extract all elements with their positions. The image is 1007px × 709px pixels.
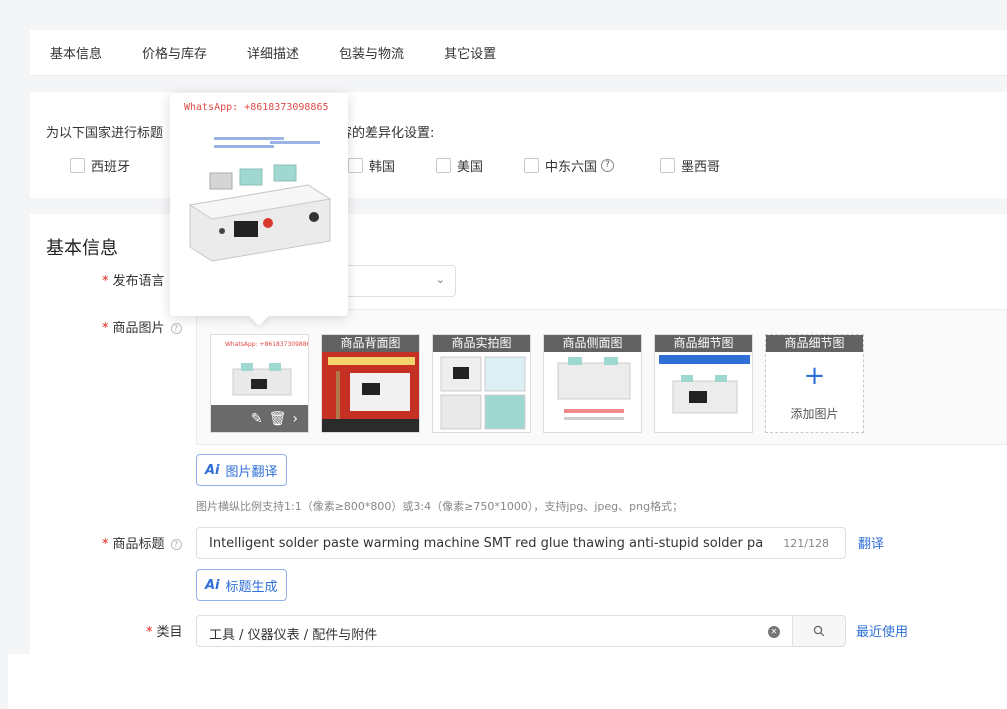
chevron-down-icon: ⌄ — [435, 273, 445, 286]
checkbox-box[interactable] — [436, 158, 451, 173]
title-char-count: 121/128 — [783, 537, 829, 550]
image-hint: 图片横纵比例支持1:1（像素≥800*800）或3:4（像素≥750*1000）… — [196, 500, 684, 513]
recent-used-link[interactable]: 最近使用 — [856, 621, 908, 640]
translate-link[interactable]: 翻译 — [858, 533, 884, 552]
main-image-thumb[interactable]: WhatsApp: +8618373098865 ✎ 🗑 › — [210, 334, 309, 433]
ai-icon: Ai — [205, 577, 220, 593]
checkbox-korea[interactable]: 韩国 — [348, 156, 395, 175]
side-image-thumb[interactable]: 商品侧面图 — [543, 334, 642, 433]
images-label: * 商品图片? — [102, 317, 182, 336]
plus-icon: + — [803, 361, 826, 391]
chevron-right-icon[interactable]: › — [292, 411, 298, 427]
checkbox-spain[interactable]: 西班牙 — [70, 156, 130, 175]
tab-basic-info[interactable]: 基本信息 — [50, 43, 102, 62]
title-generate-button[interactable]: Ai 标题生成 — [196, 569, 287, 601]
ai-icon: Ai — [205, 462, 220, 478]
search-icon — [813, 625, 825, 637]
clear-icon[interactable]: ✕ — [768, 626, 780, 638]
category-search-button[interactable] — [793, 615, 846, 647]
checkbox-box[interactable] — [524, 158, 539, 173]
checkbox-mexico[interactable]: 墨西哥 — [660, 156, 720, 175]
delete-icon[interactable]: 🗑 — [269, 411, 287, 427]
preview-product-image — [188, 137, 332, 262]
tab-price-stock[interactable]: 价格与库存 — [142, 43, 207, 62]
checkbox-middle-east[interactable]: 中东六国 ? — [524, 156, 615, 175]
tab-bar: 基本信息 价格与库存 详细描述 包装与物流 其它设置 — [30, 30, 1007, 76]
popover-brand-text: WhatsApp: +8618373098865 — [184, 102, 329, 113]
image-panel: WhatsApp: +8618373098865 ✎ 🗑 › 商品背面图 商品实… — [196, 309, 1007, 445]
tab-other-settings[interactable]: 其它设置 — [444, 43, 496, 62]
checkbox-box[interactable] — [70, 158, 85, 173]
title-label: * 商品标题? — [102, 533, 182, 552]
thumb-actions: ✎ 🗑 › — [211, 405, 308, 432]
tab-packaging[interactable]: 包装与物流 — [339, 43, 404, 62]
detail-image-thumb[interactable]: 商品细节图 — [654, 334, 753, 433]
checkbox-usa[interactable]: 美国 — [436, 156, 483, 175]
lang-label: * 发布语言 — [102, 274, 165, 289]
thumb-brand-text: WhatsApp: +8618373098865 — [225, 341, 309, 348]
back-image-thumb[interactable]: 商品背面图 — [321, 334, 420, 433]
add-image-button[interactable]: 商品细节图 + 添加图片 — [765, 334, 864, 433]
help-icon[interactable]: ? — [170, 539, 182, 550]
bottom-bar — [8, 654, 1007, 709]
section-title: 基本信息 — [46, 238, 118, 259]
edit-icon[interactable]: ✎ — [251, 411, 263, 427]
category-label: * 类目 — [146, 625, 183, 640]
real-image-thumb[interactable]: 商品实拍图 — [432, 334, 531, 433]
title-input[interactable]: Intelligent solder paste warming machine… — [196, 527, 846, 559]
image-translate-button[interactable]: Ai 图片翻译 — [196, 454, 287, 486]
help-icon[interactable]: ? — [170, 323, 182, 334]
category-input[interactable]: 工具 / 仪器仪表 / 配件与附件 ✕ — [196, 615, 793, 647]
checkbox-box[interactable] — [660, 158, 675, 173]
help-icon[interactable]: ? — [601, 159, 615, 172]
image-preview-popover: WhatsApp: +8618373098865 — [170, 93, 348, 326]
tab-description[interactable]: 详细描述 — [247, 43, 299, 62]
checkbox-box[interactable] — [348, 158, 363, 173]
